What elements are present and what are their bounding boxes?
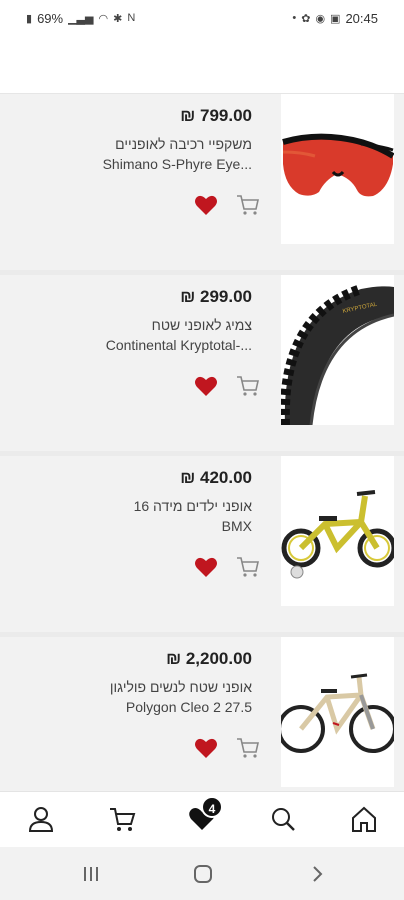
search-icon[interactable] [268, 804, 298, 834]
home-icon[interactable] [349, 804, 379, 834]
back-icon[interactable] [304, 861, 330, 887]
cart-icon[interactable] [236, 194, 260, 216]
product-title[interactable]: משקפיי רכיבה לאופניים Shimano S-Phyre Ey… [52, 134, 252, 174]
heart-icon[interactable] [194, 737, 218, 759]
gallery-status-icon: ▣ [330, 12, 341, 25]
heart-icon[interactable] [194, 194, 218, 216]
battery-percent: 69% [37, 10, 64, 26]
product-price: ₪ 299.00 [180, 287, 252, 306]
favorites-count-badge: 4 [201, 796, 223, 818]
product-title[interactable]: אופני שטח לנשים פוליגון Polygon Cleo 2 2… [52, 677, 252, 717]
home-button-icon[interactable] [190, 861, 216, 887]
product-price: ₪ 2,200.00 [166, 649, 252, 668]
bluetooth-icon: ✱ [113, 12, 123, 25]
signal-icon: ▁▃▅ [68, 12, 94, 25]
product-card[interactable]: ₪ 799.00 משקפיי רכיבה לאופניים Shimano S… [0, 94, 404, 270]
cart-icon[interactable] [236, 737, 260, 759]
app-header [0, 36, 404, 94]
sunglasses-icon [281, 94, 394, 244]
product-price: ₪ 799.00 [180, 106, 252, 125]
bottom-nav: 4 [0, 791, 404, 847]
clock: 20:45 [345, 10, 378, 26]
heart-icon[interactable] [194, 375, 218, 397]
kids-bike-icon [281, 456, 394, 606]
cart-nav-icon[interactable] [107, 804, 137, 834]
product-card[interactable]: ₪ 420.00 אופני ילדים מידה 16 BMX [0, 456, 404, 632]
product-title[interactable]: צמיג לאופני שטח Continental Kryptotal-..… [52, 315, 252, 355]
status-bar: ▮ 69% ▁▃▅ ◠ ✱ N • ✿ ◉ ▣ 20:45 [0, 0, 404, 36]
tire-icon: KRYPTOTAL [281, 275, 394, 425]
nfc-icon: N [127, 12, 136, 24]
product-image-sunglasses[interactable] [281, 94, 394, 244]
product-image-tire[interactable]: KRYPTOTAL [281, 275, 394, 425]
settings-status-icon: ✿ [301, 12, 311, 25]
mountain-bike-icon [281, 637, 394, 787]
product-price: ₪ 420.00 [180, 468, 252, 487]
battery-icon: ▮ [26, 12, 33, 25]
system-nav-bar [0, 847, 404, 900]
favorites-nav[interactable]: 4 [187, 796, 223, 834]
app-status-icon: ◉ [315, 12, 326, 25]
heart-icon[interactable] [194, 556, 218, 578]
wifi-icon: ◠ [98, 12, 109, 25]
profile-icon[interactable] [26, 804, 56, 834]
recent-apps-icon[interactable] [78, 861, 104, 887]
product-card[interactable]: KRYPTOTAL ₪ 299.00 צמיג לאופני שטח Conti… [0, 275, 404, 451]
product-list[interactable]: ₪ 799.00 משקפיי רכיבה לאופניים Shimano S… [0, 94, 404, 791]
product-card[interactable]: ₪ 2,200.00 אופני שטח לנשים פוליגון Polyg… [0, 637, 404, 791]
product-title[interactable]: אופני ילדים מידה 16 BMX [52, 496, 252, 536]
product-image-mountain-bike[interactable] [281, 637, 394, 787]
dot-icon: • [292, 12, 297, 24]
cart-icon[interactable] [236, 556, 260, 578]
product-image-kids-bike[interactable] [281, 456, 394, 606]
cart-icon[interactable] [236, 375, 260, 397]
